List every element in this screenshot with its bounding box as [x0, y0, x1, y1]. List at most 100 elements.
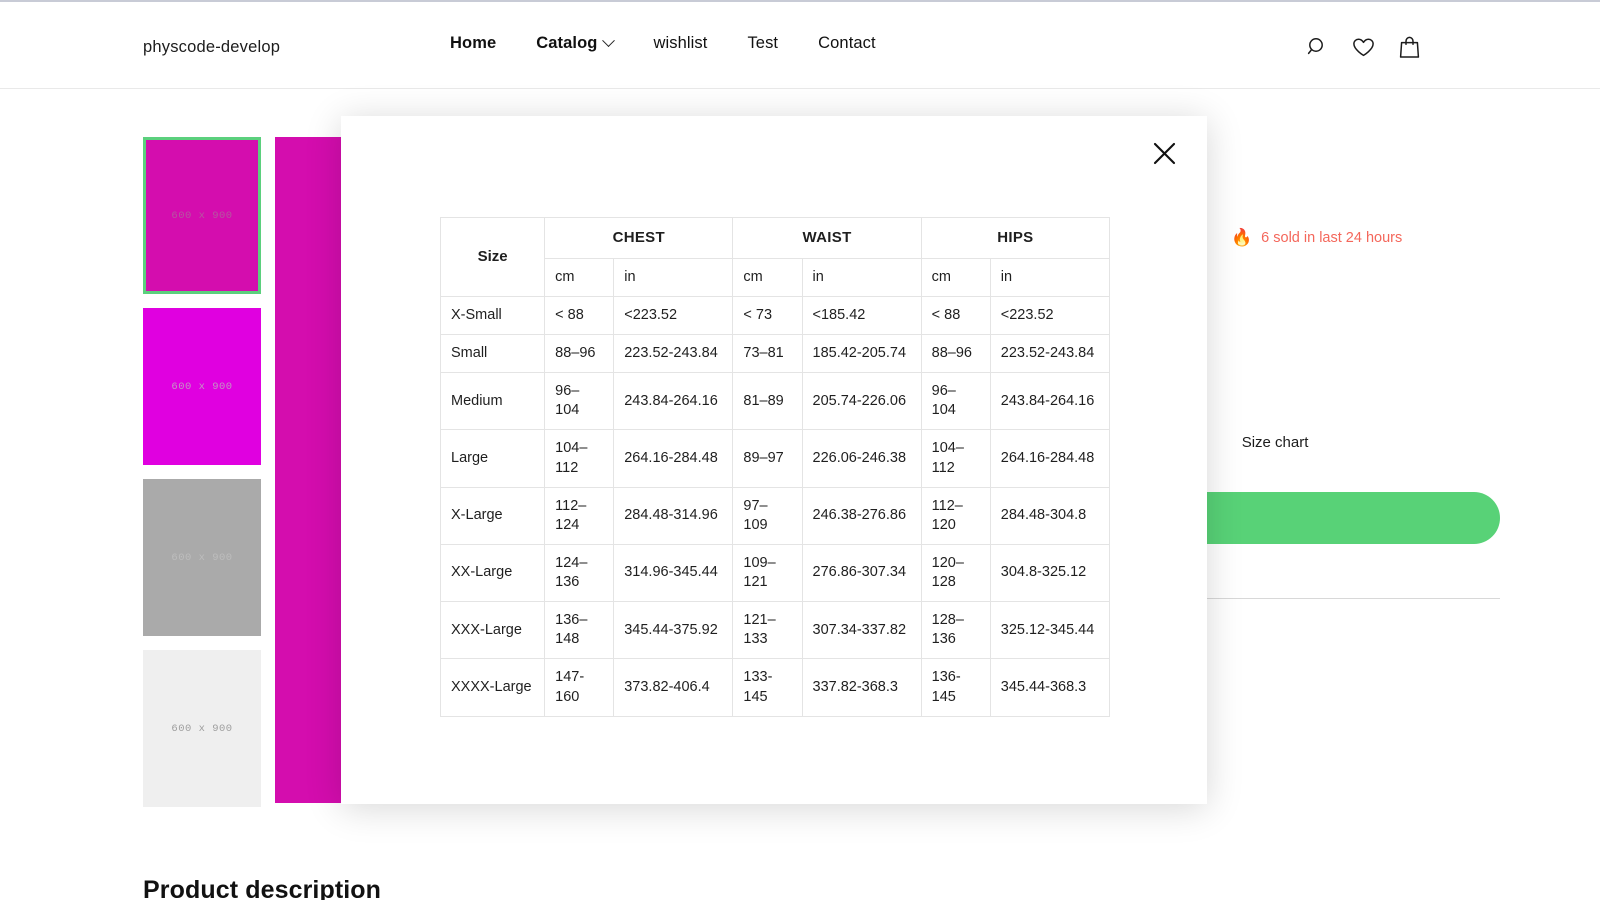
nav-item-wishlist[interactable]: wishlist	[633, 34, 727, 53]
size-chart-table: Size CHEST WAIST HIPS cm in cm in cm in …	[440, 217, 1110, 717]
cell-measurement-0: 124–136	[545, 544, 614, 601]
cell-size-name: X-Large	[441, 487, 545, 544]
cell-measurement-1: 243.84-264.16	[614, 373, 733, 430]
gallery-thumbnail-4[interactable]: 600 x 900	[143, 650, 261, 807]
gallery-thumbnail-1[interactable]: 600 x 900	[143, 137, 261, 294]
table-row: X-Small< 88<223.52< 73<185.42< 88<223.52	[441, 296, 1110, 334]
header-group-waist: WAIST	[733, 218, 921, 259]
size-chart-modal: Size CHEST WAIST HIPS cm in cm in cm in …	[341, 116, 1207, 804]
cell-measurement-2: 89–97	[733, 430, 802, 487]
cell-measurement-3: 337.82-368.3	[802, 659, 921, 716]
gallery-thumbnail-list: 600 x 900 600 x 900 600 x 900 600 x 900	[143, 137, 261, 821]
nav-item-contact[interactable]: Contact	[798, 34, 896, 53]
cell-measurement-3: 226.06-246.38	[802, 430, 921, 487]
cell-measurement-4: < 88	[921, 296, 990, 334]
cell-measurement-2: 133-145	[733, 659, 802, 716]
cell-measurement-4: 136-145	[921, 659, 990, 716]
nav-item-home-label: Home	[450, 34, 496, 53]
nav-item-wishlist-label: wishlist	[653, 34, 707, 53]
cell-measurement-1: 314.96-345.44	[614, 544, 733, 601]
page-root: physcode-develop Home Catalog wishlist T…	[0, 0, 1600, 900]
cell-measurement-4: 104–112	[921, 430, 990, 487]
gallery-thumbnail-2[interactable]: 600 x 900	[143, 308, 261, 465]
main-product-image-fill	[275, 137, 343, 803]
cell-measurement-1: 223.52-243.84	[614, 335, 733, 373]
header-hips-in: in	[990, 258, 1109, 296]
cell-measurement-4: 96–104	[921, 373, 990, 430]
cell-measurement-2: 73–81	[733, 335, 802, 373]
cell-size-name: Large	[441, 430, 545, 487]
flame-icon: 🔥	[1231, 229, 1252, 246]
cell-measurement-4: 128–136	[921, 602, 990, 659]
size-chart-table-body: X-Small< 88<223.52< 73<185.42< 88<223.52…	[441, 296, 1110, 716]
header-chest-cm: cm	[545, 258, 614, 296]
cell-measurement-3: 246.38-276.86	[802, 487, 921, 544]
cell-size-name: XXXX-Large	[441, 659, 545, 716]
cell-measurement-0: 112–124	[545, 487, 614, 544]
cell-measurement-1: 264.16-284.48	[614, 430, 733, 487]
cell-measurement-3: <185.42	[802, 296, 921, 334]
cell-measurement-2: 97–109	[733, 487, 802, 544]
cell-measurement-3: 276.86-307.34	[802, 544, 921, 601]
cell-measurement-5: 284.48-304.8	[990, 487, 1109, 544]
cell-size-name: Medium	[441, 373, 545, 430]
cell-measurement-2: 81–89	[733, 373, 802, 430]
cell-measurement-0: 147-160	[545, 659, 614, 716]
cell-measurement-3: 185.42-205.74	[802, 335, 921, 373]
nav-item-test[interactable]: Test	[727, 34, 798, 53]
table-row: XXX-Large136–148345.44-375.92121–133307.…	[441, 602, 1110, 659]
product-description-title: Product description	[143, 876, 381, 900]
cell-measurement-5: <223.52	[990, 296, 1109, 334]
cell-measurement-5: 264.16-284.48	[990, 430, 1109, 487]
cell-measurement-2: 121–133	[733, 602, 802, 659]
cell-measurement-4: 120–128	[921, 544, 990, 601]
size-chart-table-wrapper: Size CHEST WAIST HIPS cm in cm in cm in …	[440, 217, 1110, 717]
nav-item-test-label: Test	[747, 34, 778, 53]
cell-measurement-3: 205.74-226.06	[802, 373, 921, 430]
cell-size-name: XX-Large	[441, 544, 545, 601]
table-row: XX-Large124–136314.96-345.44109–121276.8…	[441, 544, 1110, 601]
search-icon[interactable]	[1304, 32, 1330, 62]
wishlist-heart-icon[interactable]	[1350, 32, 1376, 62]
cell-measurement-1: <223.52	[614, 296, 733, 334]
header-size: Size	[441, 218, 545, 297]
table-row: Medium96–104243.84-264.1681–89205.74-226…	[441, 373, 1110, 430]
cell-measurement-2: 109–121	[733, 544, 802, 601]
header-chest-in: in	[614, 258, 733, 296]
header-group-hips: HIPS	[921, 218, 1109, 259]
cell-measurement-0: 88–96	[545, 335, 614, 373]
header-hips-cm: cm	[921, 258, 990, 296]
table-row: XXXX-Large147-160373.82-406.4133-145337.…	[441, 659, 1110, 716]
cart-bag-icon[interactable]	[1396, 32, 1422, 62]
cell-measurement-0: 104–112	[545, 430, 614, 487]
site-header: physcode-develop Home Catalog wishlist T…	[0, 2, 1600, 89]
cell-measurement-0: 136–148	[545, 602, 614, 659]
nav-item-catalog-label: Catalog	[536, 34, 597, 53]
cell-size-name: XXX-Large	[441, 602, 545, 659]
table-row: Small88–96223.52-243.8473–81185.42-205.7…	[441, 335, 1110, 373]
gallery-thumbnail-4-label: 600 x 900	[171, 723, 232, 735]
nav-item-catalog[interactable]: Catalog	[516, 34, 633, 53]
cell-measurement-3: 307.34-337.82	[802, 602, 921, 659]
sold-count-badge: 🔥 6 sold in last 24 hours	[1231, 229, 1402, 246]
header-waist-in: in	[802, 258, 921, 296]
cell-size-name: Small	[441, 335, 545, 373]
cell-measurement-0: 96–104	[545, 373, 614, 430]
nav-item-contact-label: Contact	[818, 34, 876, 53]
close-icon[interactable]	[1143, 132, 1185, 174]
gallery-thumbnail-2-label: 600 x 900	[171, 381, 232, 393]
nav-item-home[interactable]: Home	[430, 34, 516, 53]
site-brand[interactable]: physcode-develop	[143, 38, 280, 57]
cell-measurement-4: 88–96	[921, 335, 990, 373]
cell-measurement-5: 345.44-368.3	[990, 659, 1109, 716]
cell-measurement-1: 373.82-406.4	[614, 659, 733, 716]
gallery-thumbnail-3[interactable]: 600 x 900	[143, 479, 261, 636]
header-waist-cm: cm	[733, 258, 802, 296]
size-chart-link[interactable]: Size chart	[1242, 434, 1309, 451]
cell-size-name: X-Small	[441, 296, 545, 334]
cell-measurement-5: 325.12-345.44	[990, 602, 1109, 659]
cell-measurement-1: 284.48-314.96	[614, 487, 733, 544]
cell-measurement-1: 345.44-375.92	[614, 602, 733, 659]
table-row: Large104–112264.16-284.4889–97226.06-246…	[441, 430, 1110, 487]
header-group-chest: CHEST	[545, 218, 733, 259]
